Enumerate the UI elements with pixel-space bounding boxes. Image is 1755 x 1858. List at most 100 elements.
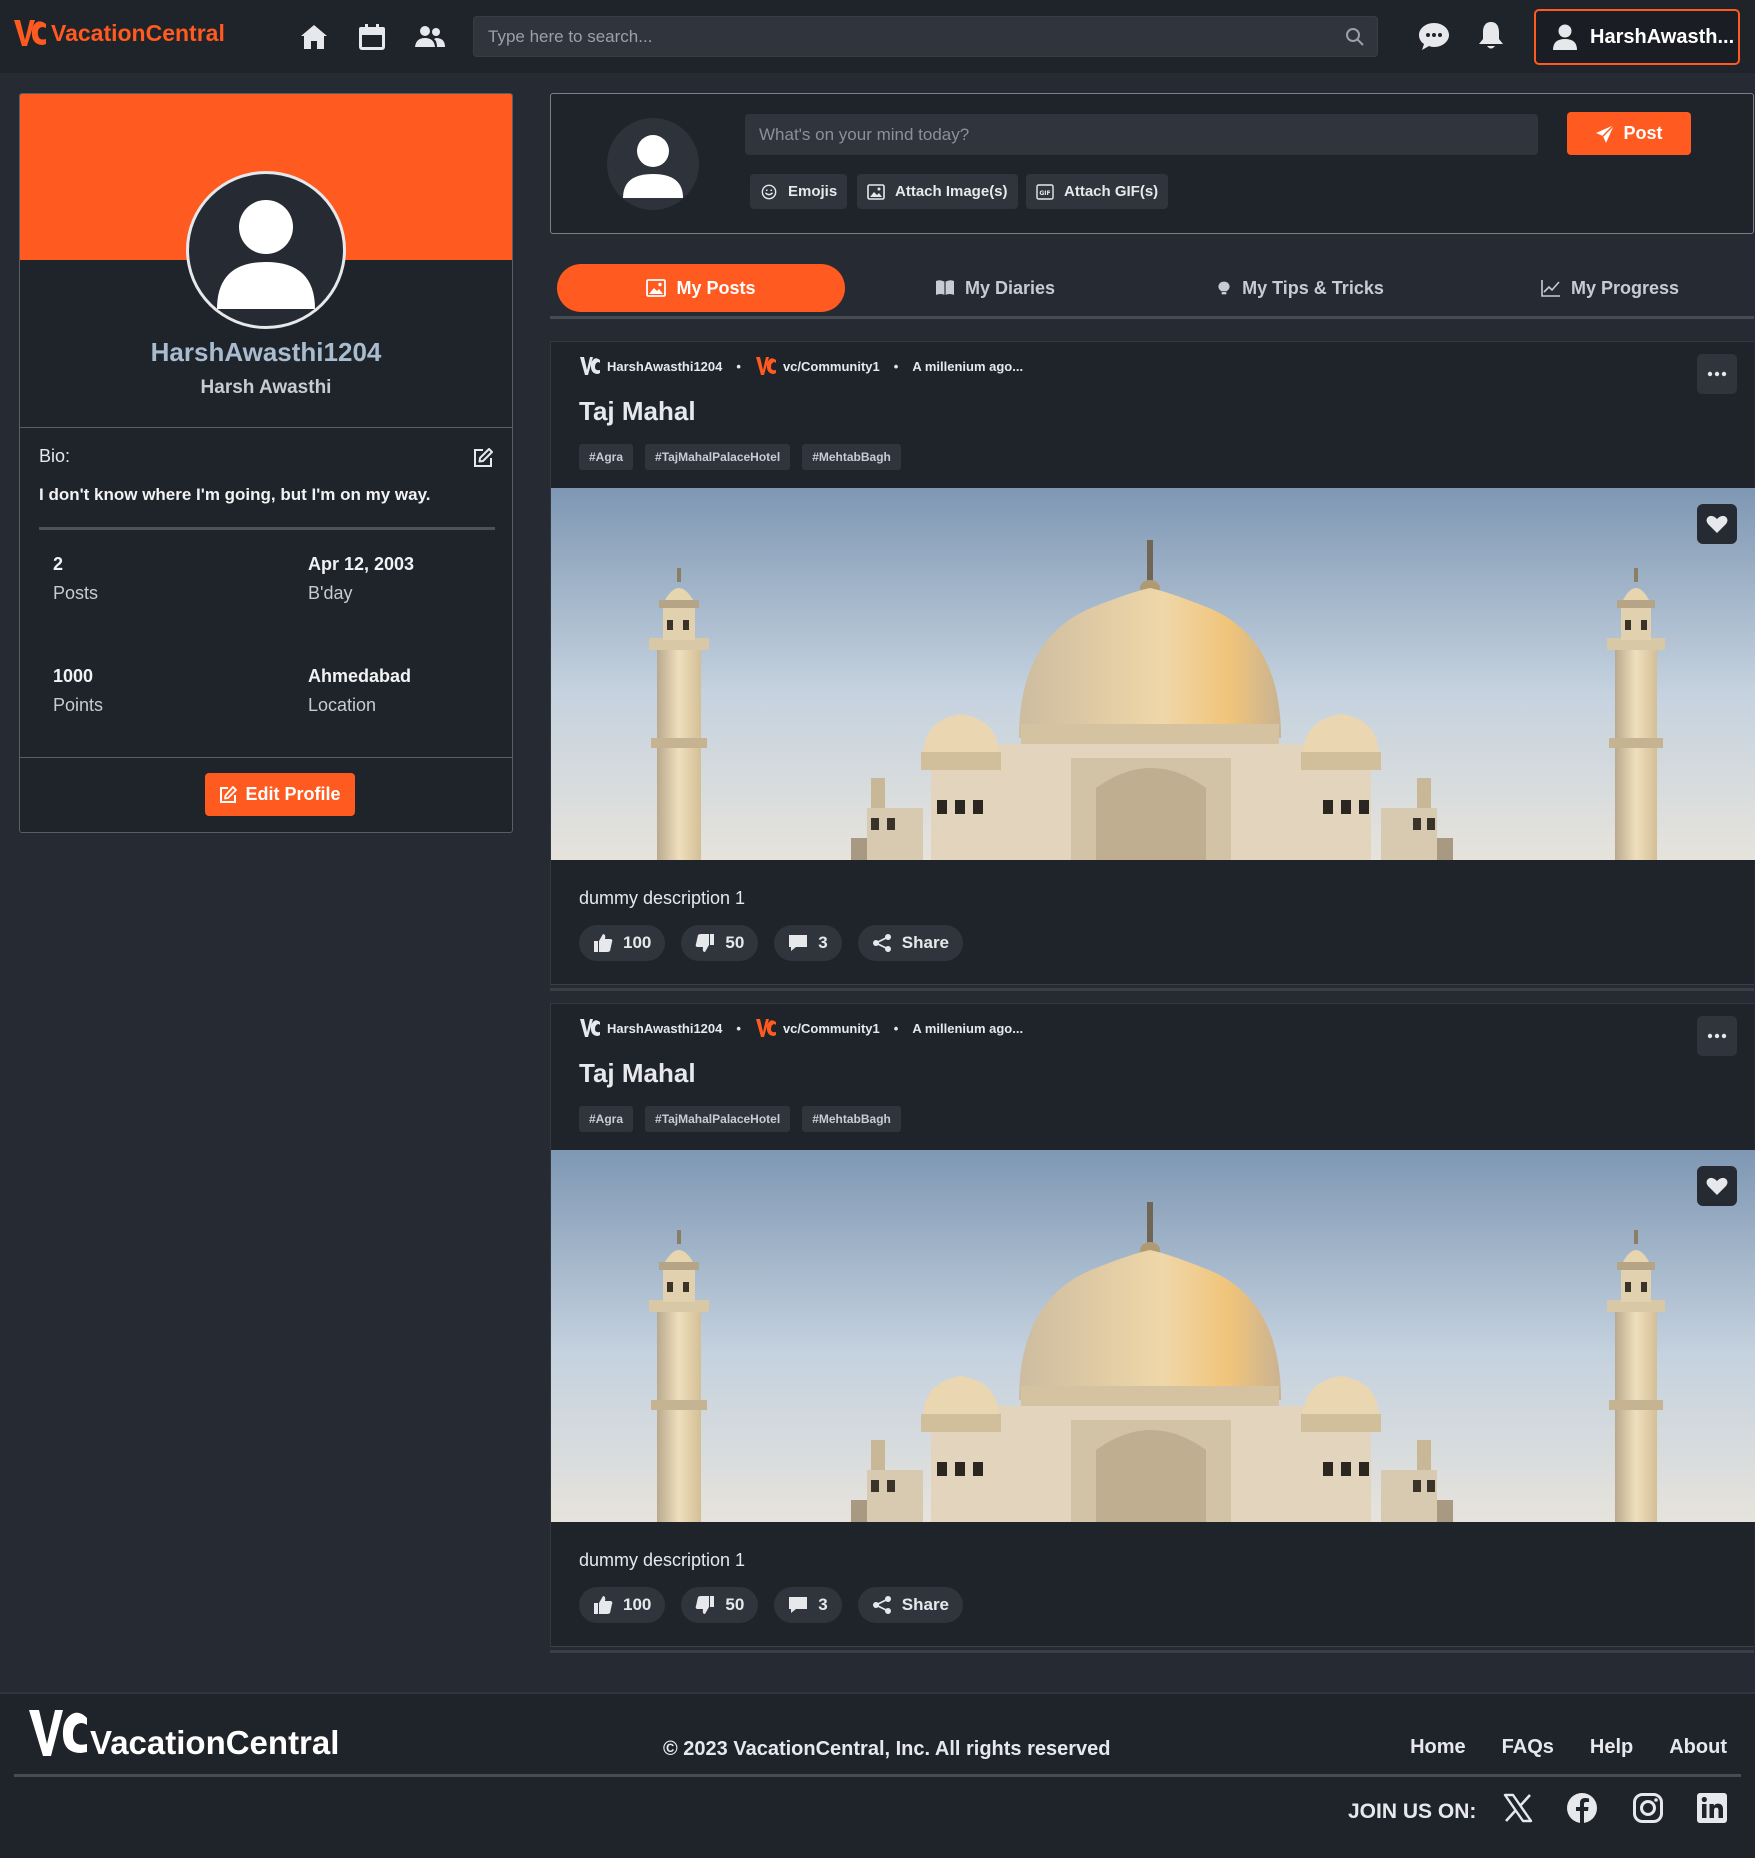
post-card: HarshAwasthi1204 • vc/Community1 • A mil… — [550, 1003, 1755, 1647]
post-community[interactable]: vc/Community1 — [783, 359, 880, 374]
users-icon[interactable] — [414, 22, 446, 52]
tag[interactable]: #TajMahalPalaceHotel — [645, 1106, 791, 1132]
stat-birthday-label: B'day — [308, 583, 353, 603]
linkedin-icon[interactable] — [1696, 1792, 1728, 1824]
dislike-button[interactable]: 50 — [681, 1587, 759, 1623]
user-name: HarshAwasth... — [1590, 25, 1735, 48]
attach-images-button[interactable]: Attach Image(s) — [857, 174, 1018, 209]
thumbs-down-icon — [696, 1596, 715, 1614]
post-author[interactable]: HarshAwasthi1204 — [607, 1021, 722, 1036]
thumbs-down-icon — [696, 934, 715, 952]
stat-posts-value: 2 — [53, 554, 64, 574]
post-separator — [550, 1650, 1754, 1653]
tab-label: My Tips & Tricks — [1242, 277, 1384, 298]
tag[interactable]: #Agra — [579, 1106, 634, 1132]
post-more-button[interactable] — [1697, 354, 1737, 394]
search-input[interactable] — [488, 17, 1328, 56]
stat-location-label: Location — [308, 695, 377, 715]
tab-my-tips-tricks[interactable]: My Tips & Tricks — [1140, 264, 1460, 312]
more-horizontal-icon — [1707, 371, 1727, 377]
instagram-icon[interactable] — [1632, 1792, 1664, 1824]
dislike-count: 50 — [725, 933, 745, 952]
share-button[interactable]: Share — [857, 925, 964, 961]
brand[interactable]: VacationCentral — [13, 18, 225, 48]
favorite-button[interactable] — [1697, 1166, 1737, 1206]
edit-bio-icon[interactable] — [472, 447, 494, 469]
comment-count: 3 — [818, 1595, 828, 1614]
post-community[interactable]: vc/Community1 — [783, 1021, 880, 1036]
like-button[interactable]: 100 — [579, 925, 666, 961]
favorite-button[interactable] — [1697, 504, 1737, 544]
post-button[interactable]: Post — [1567, 112, 1691, 155]
share-button[interactable]: Share — [857, 1587, 964, 1623]
join-us-label: JOIN US ON: — [1348, 1800, 1477, 1823]
post-author[interactable]: HarshAwasthi1204 — [607, 359, 722, 374]
stat-points-label: Points — [53, 695, 104, 715]
post-tags: #Agra #TajMahalPalaceHotel #MehtabBagh — [579, 1106, 913, 1132]
edit-profile-button[interactable]: Edit Profile — [205, 773, 355, 816]
divider — [20, 757, 512, 758]
send-icon — [1596, 123, 1616, 143]
post-image — [551, 1150, 1755, 1522]
tab-my-progress[interactable]: My Progress — [1470, 264, 1750, 312]
calendar-icon[interactable] — [356, 22, 388, 52]
comment-button[interactable]: 3 — [774, 1587, 842, 1623]
profile-card: HarshAwasthi1204 Harsh Awasthi Bio: I do… — [19, 93, 513, 833]
post-more-button[interactable] — [1697, 1016, 1737, 1056]
post-meta: HarshAwasthi1204 • vc/Community1 • A mil… — [579, 356, 1023, 376]
stat-posts-label: Posts — [53, 583, 99, 603]
emojis-button[interactable]: Emojis — [750, 174, 848, 209]
dislike-button[interactable]: 50 — [681, 925, 759, 961]
brand-name: VacationCentral — [51, 19, 225, 46]
gif-icon: GIF — [1036, 183, 1054, 200]
vc-logo-icon — [580, 357, 600, 375]
post-time: A millenium ago... — [912, 358, 1024, 374]
taj-mahal-image — [551, 488, 1755, 860]
emoji-icon — [761, 184, 777, 199]
facebook-icon[interactable] — [1566, 1792, 1598, 1824]
chart-line-icon — [1541, 280, 1560, 297]
search-icon[interactable] — [1345, 27, 1365, 47]
attach-images-label: Attach Image(s) — [895, 183, 1008, 200]
taj-mahal-image — [551, 1150, 1755, 1522]
tab-my-diaries[interactable]: My Diaries — [860, 264, 1130, 312]
footer-brand[interactable]: VacationCentral — [28, 1708, 339, 1761]
tab-my-posts[interactable]: My Posts — [557, 264, 845, 312]
like-button[interactable]: 100 — [579, 1587, 666, 1623]
tag[interactable]: #MehtabBagh — [802, 1106, 901, 1132]
attach-gifs-button[interactable]: GIF Attach GIF(s) — [1026, 174, 1169, 209]
bell-icon[interactable] — [1476, 19, 1506, 51]
search-box — [473, 16, 1378, 57]
tag[interactable]: #Agra — [579, 444, 634, 470]
footer-link-home[interactable]: Home — [1410, 1736, 1466, 1759]
vc-community-logo-icon — [755, 1019, 776, 1037]
comment-button[interactable]: 3 — [774, 925, 842, 961]
post-separator — [550, 988, 1754, 991]
comment-icon — [789, 1597, 808, 1613]
stat-location-value: Ahmedabad — [308, 666, 412, 686]
attach-gifs-label: Attach GIF(s) — [1064, 183, 1159, 200]
stat-birthday-value: Apr 12, 2003 — [308, 554, 415, 574]
chat-icon[interactable] — [1417, 20, 1451, 52]
user-icon — [217, 200, 315, 309]
x-icon[interactable] — [1502, 1792, 1534, 1824]
tag[interactable]: #MehtabBagh — [802, 444, 901, 470]
post-description: dummy description 1 — [579, 888, 746, 908]
share-label: Share — [901, 933, 950, 952]
composer-input[interactable] — [745, 114, 1538, 155]
heart-icon — [1706, 515, 1728, 533]
footer-brand-name: VacationCentral — [90, 1724, 340, 1761]
tag[interactable]: #TajMahalPalaceHotel — [645, 444, 791, 470]
footer-links: Home FAQs Help About — [1374, 1736, 1727, 1759]
post-card: HarshAwasthi1204 • vc/Community1 • A mil… — [550, 341, 1755, 985]
tab-label: My Progress — [1570, 277, 1680, 298]
bio-text: I don't know where I'm going, but I'm on… — [39, 485, 431, 504]
user-menu-button[interactable]: HarshAwasth... — [1534, 9, 1740, 65]
emojis-label: Emojis — [788, 183, 838, 200]
post-composer: Post Emojis Attach Image(s) GIF Attach G… — [550, 93, 1754, 234]
home-icon[interactable] — [298, 22, 330, 52]
footer-link-about[interactable]: About — [1669, 1736, 1727, 1759]
lightbulb-icon — [1218, 281, 1230, 295]
footer-link-faqs[interactable]: FAQs — [1502, 1736, 1554, 1759]
footer-link-help[interactable]: Help — [1590, 1736, 1633, 1759]
